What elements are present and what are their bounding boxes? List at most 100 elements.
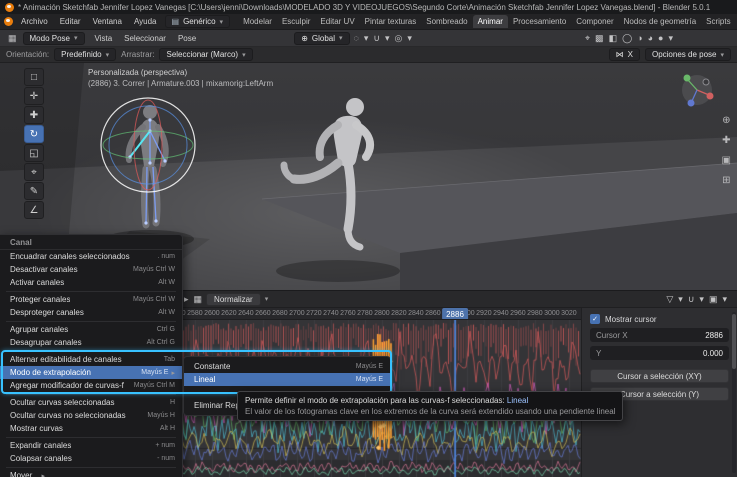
chevron-down-icon[interactable]: ▾ [722, 294, 727, 305]
chevron-down-icon[interactable]: ▾ [265, 295, 269, 303]
chevron-down-icon[interactable]: ▾ [407, 33, 412, 44]
move-tool-button[interactable]: ✚ [24, 106, 44, 124]
menu-item-label: Activar canales [10, 278, 65, 287]
workspace-tab-procesamiento[interactable]: Procesamiento [508, 15, 571, 28]
show-gizmos-icon[interactable]: ⌖ [585, 33, 590, 44]
ruler-tick: 3020 [561, 310, 577, 317]
transform-orientation-selector[interactable]: ⊕ Global ▾ [294, 31, 350, 45]
viewport-menu-seleccionar[interactable]: Seleccionar [118, 33, 172, 44]
workspace-tab-componer[interactable]: Componer [571, 15, 618, 28]
show-cursor-row[interactable]: ✓ Mostrar cursor [590, 314, 729, 324]
workspace-tab-modelar[interactable]: Modelar [238, 15, 277, 28]
shading-rendered-icon[interactable]: ● [658, 33, 663, 43]
overlays-icon[interactable]: ▩ [595, 33, 604, 44]
viewport-menu-vista[interactable]: Vista [89, 33, 119, 44]
shading-material-icon[interactable]: ◕ [648, 33, 653, 43]
select-box-tool-button[interactable]: □ [24, 68, 44, 86]
menu-item-mover[interactable]: Mover... ▸ [0, 469, 182, 477]
menu-item-modo-de-extrapolaci-n[interactable]: Modo de extrapolación Mayús E ▸ [0, 366, 182, 379]
chevron-down-icon[interactable]: ▾ [385, 33, 390, 44]
shading-solid-icon[interactable]: ◑ [637, 33, 642, 43]
workspace-tab-esculpir[interactable]: Esculpir [277, 15, 315, 28]
channel-menu-title: Canal [0, 235, 182, 250]
transform-tool-button[interactable]: ⌖ [24, 163, 44, 181]
workspace-tab-pintar-texturas[interactable]: Pintar texturas [360, 15, 422, 28]
grid-icon[interactable]: ▦ [194, 294, 203, 305]
play-icon[interactable]: ▸ [184, 294, 189, 305]
zoom-icon[interactable]: ⊕ [722, 115, 730, 126]
mode-selector[interactable]: Modo Pose ▾ [22, 31, 85, 45]
menu-item-colapsar-canales[interactable]: Colapsar canales - num [0, 452, 182, 465]
active-object-overlay: (2886) 3. Correr | Armature.003 | mixamo… [88, 79, 274, 88]
snap-magnet-icon[interactable]: ∪ [373, 33, 380, 44]
menu-archivo[interactable]: Archivo [15, 16, 54, 27]
menu-item-agrupar-canales[interactable]: Agrupar canales Ctrl G [0, 323, 182, 336]
ruler-tick: 2680 [272, 310, 288, 317]
mirror-x-toggle[interactable]: ⋈ X [608, 48, 640, 61]
proportional-editing-icon[interactable]: ◎ [395, 33, 403, 44]
checkbox-checked-icon[interactable]: ✓ [590, 314, 600, 324]
annotate-tool-button[interactable]: ✎ [24, 182, 44, 200]
menu-item-constante[interactable]: Constante Mayús E [184, 360, 390, 373]
measure-tool-button[interactable]: ∠ [24, 201, 44, 219]
scale-tool-button[interactable]: ◱ [24, 144, 44, 162]
blender-logo-icon [5, 2, 14, 12]
copy-icon[interactable]: ▣ [709, 294, 718, 305]
xray-icon[interactable]: ◧ [609, 33, 618, 44]
cursor-y-field[interactable]: Y 0.000 [590, 346, 729, 360]
workspace-tab-nodos-de-geometr-a[interactable]: Nodos de geometría [619, 15, 702, 28]
scrollbar[interactable] [732, 312, 736, 473]
scene-selector[interactable]: ▤ Genérico ▾ [164, 15, 231, 28]
menu-item-mostrar-curvas[interactable]: Mostrar curvas Alt H [0, 422, 182, 435]
menu-item-activar-canales[interactable]: Activar canales Alt W [0, 276, 182, 289]
menu-item-encuadrar-canales-seleccionados[interactable]: Encuadrar canales seleccionados . num [0, 250, 182, 263]
workspace-tab-animar[interactable]: Animar [472, 15, 508, 28]
ruler-tick: 2660 [255, 310, 271, 317]
menu-item-proteger-canales[interactable]: Proteger canales Mayús Ctrl W [0, 293, 182, 306]
cursor-tool-button[interactable]: ✛ [24, 87, 44, 105]
workspace-tab-scripts[interactable]: Scripts [701, 15, 733, 28]
menu-item-expandir-canales[interactable]: Expandir canales + num [0, 439, 182, 452]
menu-item-label: Alternar editabilidad de canales [10, 355, 122, 364]
current-frame-badge[interactable]: 2886 [442, 308, 468, 319]
chevron-down-icon[interactable]: ▾ [678, 294, 683, 305]
cursor-y-value: 0.000 [702, 348, 723, 358]
menu-ventana[interactable]: Ventana [87, 16, 128, 27]
chevron-down-icon[interactable]: ▾ [699, 294, 704, 305]
menu-editar[interactable]: Editar [54, 16, 87, 27]
pose-options-dropdown[interactable]: Opciones de pose ▾ [644, 48, 731, 61]
workspace-tab-editar-uv[interactable]: Editar UV [315, 15, 359, 28]
filter-funnel-icon[interactable]: ▽ [666, 294, 673, 305]
pivot-point-icon[interactable]: ◌ [354, 33, 359, 43]
tooltip-description: El valor de los fotogramas clave en los … [245, 407, 616, 416]
menu-item-desactivar-canales[interactable]: Desactivar canales Mayús Ctrl W [0, 263, 182, 276]
menu-item-desproteger-canales[interactable]: Desproteger canales Alt W [0, 306, 182, 319]
pan-hand-icon[interactable]: ✚ [722, 135, 730, 146]
cursor-to-selection-xy-button[interactable]: Cursor a selección (XY) [590, 369, 729, 383]
menu-item-desagrupar-canales[interactable]: Desagrupar canales Alt Ctrl G [0, 336, 182, 349]
menu-item-alternar-editabilidad-de-canales[interactable]: Alternar editabilidad de canales Tab [0, 353, 182, 366]
snap-magnet-icon[interactable]: ∪ [688, 294, 695, 305]
normalize-button[interactable]: Normalizar [206, 292, 261, 306]
drag-dropdown[interactable]: Seleccionar (Marco) ▾ [159, 48, 253, 61]
orientation-label: Orientación: [6, 50, 50, 59]
viewport-menu-pose[interactable]: Pose [172, 33, 202, 44]
workspace-tab-sombreado[interactable]: Sombreado [421, 15, 472, 28]
camera-view-icon[interactable]: ▣ [722, 155, 731, 166]
menu-item-ocultar-curvas-seleccionadas[interactable]: Ocultar curvas seleccionadas H [0, 396, 182, 409]
chevron-down-icon[interactable]: ▾ [668, 33, 673, 44]
menu-item-ocultar-curvas-no-seleccionadas[interactable]: Ocultar curvas no seleccionadas Mayús H [0, 409, 182, 422]
editor-type-icon[interactable]: ▦ [6, 33, 19, 44]
blender-menu-icon[interactable] [4, 17, 13, 26]
scrollbar-thumb[interactable] [732, 314, 736, 369]
chevron-down-icon[interactable]: ▾ [364, 33, 369, 44]
menu-ayuda[interactable]: Ayuda [128, 16, 163, 27]
shading-wireframe-icon[interactable]: ◯ [622, 33, 632, 44]
menu-item-agregar-modificador-de-curvas-f[interactable]: Agregar modificador de curvas-f Mayús Ctr… [0, 379, 182, 392]
cursor-x-field[interactable]: Cursor X 2886 [590, 328, 729, 342]
orientation-dropdown[interactable]: Predefinido ▾ [54, 48, 117, 61]
grid-view-icon[interactable]: ⊞ [722, 175, 730, 186]
rotate-tool-button[interactable]: ↻ [24, 125, 44, 143]
menu-item-lineal[interactable]: Lineal Mayús E [184, 373, 390, 386]
ruler-tick: 2820 [391, 310, 407, 317]
